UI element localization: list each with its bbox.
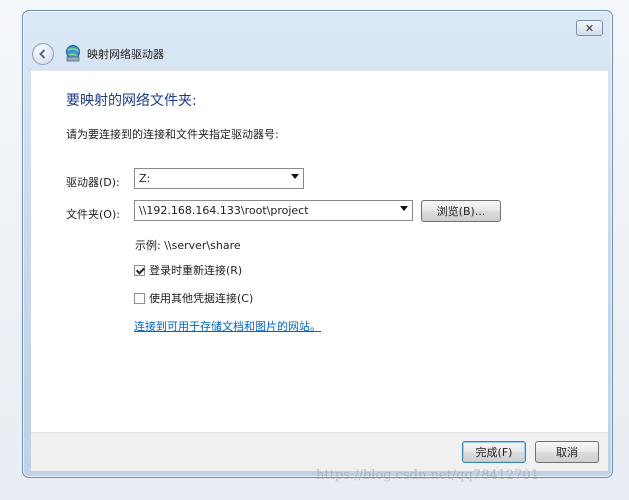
back-button[interactable]	[32, 43, 54, 65]
folder-label: 文件夹(O):	[66, 208, 120, 221]
page-heading: 要映射的网络文件夹:	[66, 93, 197, 109]
close-button[interactable]: ✕	[576, 20, 603, 36]
browse-button-label: 浏览(B)...	[436, 205, 486, 218]
back-arrow-icon	[39, 49, 46, 59]
chevron-down-icon	[291, 174, 299, 179]
watermark: https://blog.csdn.net/qq78412701	[316, 468, 539, 483]
browse-button[interactable]: 浏览(B)...	[421, 200, 501, 222]
instruction-text: 请为要连接到的连接和文件夹指定驱动器号:	[66, 128, 279, 141]
chevron-down-icon	[400, 206, 408, 211]
drive-select[interactable]: Z:	[134, 168, 304, 189]
network-drive-icon	[66, 45, 80, 62]
content-pane	[31, 70, 608, 433]
cancel-button-label: 取消	[556, 446, 578, 459]
close-icon: ✕	[584, 21, 595, 35]
window-title: 映射网络驱动器	[87, 48, 164, 61]
folder-input-value: \\192.168.164.133\root\project	[139, 204, 309, 217]
example-text: 示例: \\server\share	[135, 239, 241, 252]
other-credentials-checkbox[interactable]	[134, 292, 145, 304]
drive-label: 驱动器(D):	[66, 176, 120, 189]
drive-select-value: Z:	[139, 172, 151, 185]
reconnect-checkbox-row[interactable]: 登录时重新连接(R)	[134, 262, 242, 278]
folder-combobox[interactable]: \\192.168.164.133\root\project	[134, 200, 413, 221]
finish-button-label: 完成(F)	[475, 446, 513, 459]
finish-button[interactable]: 完成(F)	[462, 441, 526, 463]
website-link[interactable]: 连接到可用于存储文档和图片的网站。	[134, 318, 321, 334]
cancel-button[interactable]: 取消	[535, 441, 599, 463]
other-credentials-checkbox-row[interactable]: 使用其他凭据连接(C)	[134, 290, 253, 306]
other-credentials-label: 使用其他凭据连接(C)	[149, 292, 254, 305]
reconnect-label: 登录时重新连接(R)	[149, 264, 243, 277]
reconnect-checkbox[interactable]	[134, 264, 145, 276]
